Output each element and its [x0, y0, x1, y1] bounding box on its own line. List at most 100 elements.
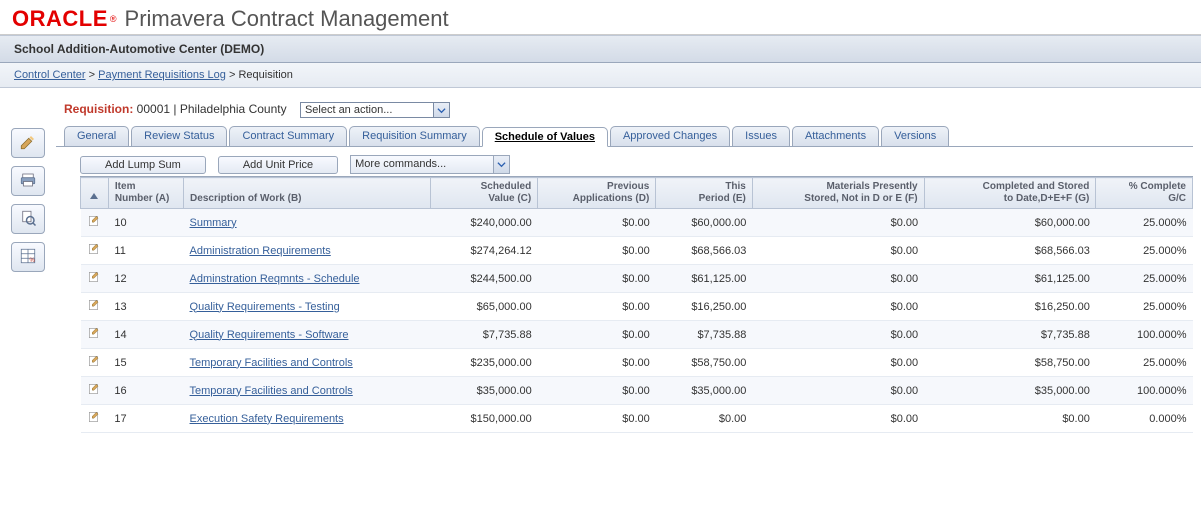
more-commands-dropdown[interactable]: More commands...	[350, 155, 510, 174]
cell-completed: $7,735.88	[924, 321, 1096, 349]
table-row: 16 Temporary Facilities and Controls $35,0…	[81, 377, 1193, 405]
chevron-down-icon	[493, 156, 509, 173]
tab-general[interactable]: General	[64, 126, 129, 146]
action-select[interactable]: Select an action...	[300, 102, 450, 118]
col-this-period[interactable]: ThisPeriod (E)	[656, 178, 753, 209]
breadcrumb-payments-log[interactable]: Payment Requisitions Log	[98, 69, 226, 81]
breadcrumb: Control Center > Payment Requisitions Lo…	[0, 63, 1201, 88]
work-description-link[interactable]: Quality Requirements - Testing	[190, 301, 340, 313]
col-sort[interactable]	[81, 178, 109, 209]
magnifier-page-icon	[19, 209, 37, 230]
table-row: 14Quality Requirements - Software$7,735.…	[81, 321, 1193, 349]
cell-item: 17	[108, 405, 183, 433]
tab-review-status[interactable]: Review Status	[131, 126, 227, 146]
work-description-link[interactable]: Temporary Facilities and Controls	[190, 385, 353, 397]
work-description-link[interactable]: Quality Requirements - Software	[190, 329, 349, 341]
tab-issues[interactable]: Issues	[732, 126, 790, 146]
cell-scheduled: $65,000.00	[430, 293, 537, 321]
cell-this-period: $60,000.00	[656, 209, 753, 237]
cell-completed: $68,566.03	[924, 237, 1096, 265]
action-select-text: Select an action...	[305, 104, 392, 116]
cell-item: 13	[108, 293, 183, 321]
cell-scheduled: $150,000.00	[430, 405, 537, 433]
cell-scheduled: $35,000.00	[430, 377, 537, 405]
project-name: School Addition-Automotive Center (DEMO)	[14, 42, 264, 56]
table-row: 10Summary$240,000.00$0.00$60,000.00$0.00…	[81, 209, 1193, 237]
cell-scheduled: $235,000.00	[430, 349, 537, 377]
cell-materials: $0.00	[752, 349, 924, 377]
cell-materials: $0.00	[752, 293, 924, 321]
project-title-bar: School Addition-Automotive Center (DEMO)	[0, 35, 1201, 63]
cell-pct: 25.000%	[1096, 237, 1193, 265]
registered-mark: ®	[110, 14, 117, 24]
work-description-link[interactable]: Administration Requirements	[190, 245, 331, 257]
cell-scheduled: $274,264.12	[430, 237, 537, 265]
col-completed-stored[interactable]: Completed and Storedto Date,D+E+F (G)	[924, 178, 1096, 209]
cell-materials: $0.00	[752, 405, 924, 433]
cell-materials: $0.00	[752, 237, 924, 265]
cell-previous: $0.00	[538, 293, 656, 321]
edit-row-button[interactable]	[87, 303, 101, 315]
col-materials-stored[interactable]: Materials PresentlyStored, Not in D or E…	[752, 178, 924, 209]
add-unit-price-button[interactable]: Add Unit Price	[218, 156, 338, 174]
schedule-table-button[interactable]: %	[11, 242, 45, 272]
chevron-down-icon	[433, 103, 449, 117]
col-pct-complete[interactable]: % CompleteG/C	[1096, 178, 1193, 209]
table-row: 11Administration Requirements$274,264.12…	[81, 237, 1193, 265]
table-row: 12Adminstration Reqmnts - Schedule$244,5…	[81, 265, 1193, 293]
breadcrumb-sep: >	[229, 69, 235, 81]
col-description[interactable]: Description of Work (B)	[184, 178, 431, 209]
edit-row-button[interactable]	[87, 331, 101, 343]
cell-previous: $0.00	[538, 209, 656, 237]
work-description-link[interactable]: Temporary Facilities and Controls	[190, 357, 353, 369]
work-description-link[interactable]: Summary	[190, 217, 237, 229]
cell-this-period: $0.00	[656, 405, 753, 433]
edit-row-button[interactable]	[87, 247, 101, 259]
breadcrumb-sep: >	[89, 69, 95, 81]
edit-row-button[interactable]	[87, 359, 101, 371]
work-description-link[interactable]: Execution Safety Requirements	[190, 413, 344, 425]
col-item-number[interactable]: ItemNumber (A)	[108, 178, 183, 209]
cell-item: 16	[108, 377, 183, 405]
cell-completed: $58,750.00	[924, 349, 1096, 377]
tab-requisition-summary[interactable]: Requisition Summary	[349, 126, 480, 146]
cell-pct: 25.000%	[1096, 209, 1193, 237]
cell-pct: 25.000%	[1096, 293, 1193, 321]
edit-row-button[interactable]	[87, 275, 101, 287]
cell-scheduled: $7,735.88	[430, 321, 537, 349]
print-button[interactable]	[11, 166, 45, 196]
cell-pct: 100.000%	[1096, 321, 1193, 349]
print-icon	[19, 171, 37, 192]
cell-materials: $0.00	[752, 265, 924, 293]
edit-button[interactable]	[11, 128, 45, 158]
work-description-link[interactable]: Adminstration Reqmnts - Schedule	[190, 273, 360, 285]
cell-item: 12	[108, 265, 183, 293]
cell-this-period: $16,250.00	[656, 293, 753, 321]
preview-button[interactable]	[11, 204, 45, 234]
col-previous-applications[interactable]: PreviousApplications (D)	[538, 178, 656, 209]
tab-contract-summary[interactable]: Contract Summary	[229, 126, 347, 146]
tab-attachments[interactable]: Attachments	[792, 126, 879, 146]
cell-completed: $60,000.00	[924, 209, 1096, 237]
edit-row-button[interactable]	[87, 415, 101, 427]
cell-completed: $0.00	[924, 405, 1096, 433]
product-title: Primavera Contract Management	[125, 6, 449, 32]
tab-strip: General Review Status Contract Summary R…	[56, 126, 1193, 147]
more-commands-text: More commands...	[355, 158, 446, 170]
cell-pct: 0.000%	[1096, 405, 1193, 433]
tab-versions[interactable]: Versions	[881, 126, 949, 146]
col-scheduled-value[interactable]: ScheduledValue (C)	[430, 178, 537, 209]
requisition-id: 00001	[137, 102, 170, 116]
tab-approved-changes[interactable]: Approved Changes	[610, 126, 730, 146]
edit-row-button[interactable]	[87, 387, 101, 399]
table-row: 13 Quality Requirements - Testing $65,000.…	[81, 293, 1193, 321]
tab-schedule-of-values[interactable]: Schedule of Values	[482, 127, 608, 147]
table-row: 15Temporary Facilities and Controls$235,…	[81, 349, 1193, 377]
edit-row-button[interactable]	[87, 219, 101, 231]
pencil-icon	[19, 133, 37, 154]
add-lump-sum-button[interactable]: Add Lump Sum	[80, 156, 206, 174]
cell-scheduled: $240,000.00	[430, 209, 537, 237]
table-row: 17 Execution Safety Requirements $150,000.…	[81, 405, 1193, 433]
breadcrumb-control-center[interactable]: Control Center	[14, 69, 86, 81]
cell-materials: $0.00	[752, 377, 924, 405]
